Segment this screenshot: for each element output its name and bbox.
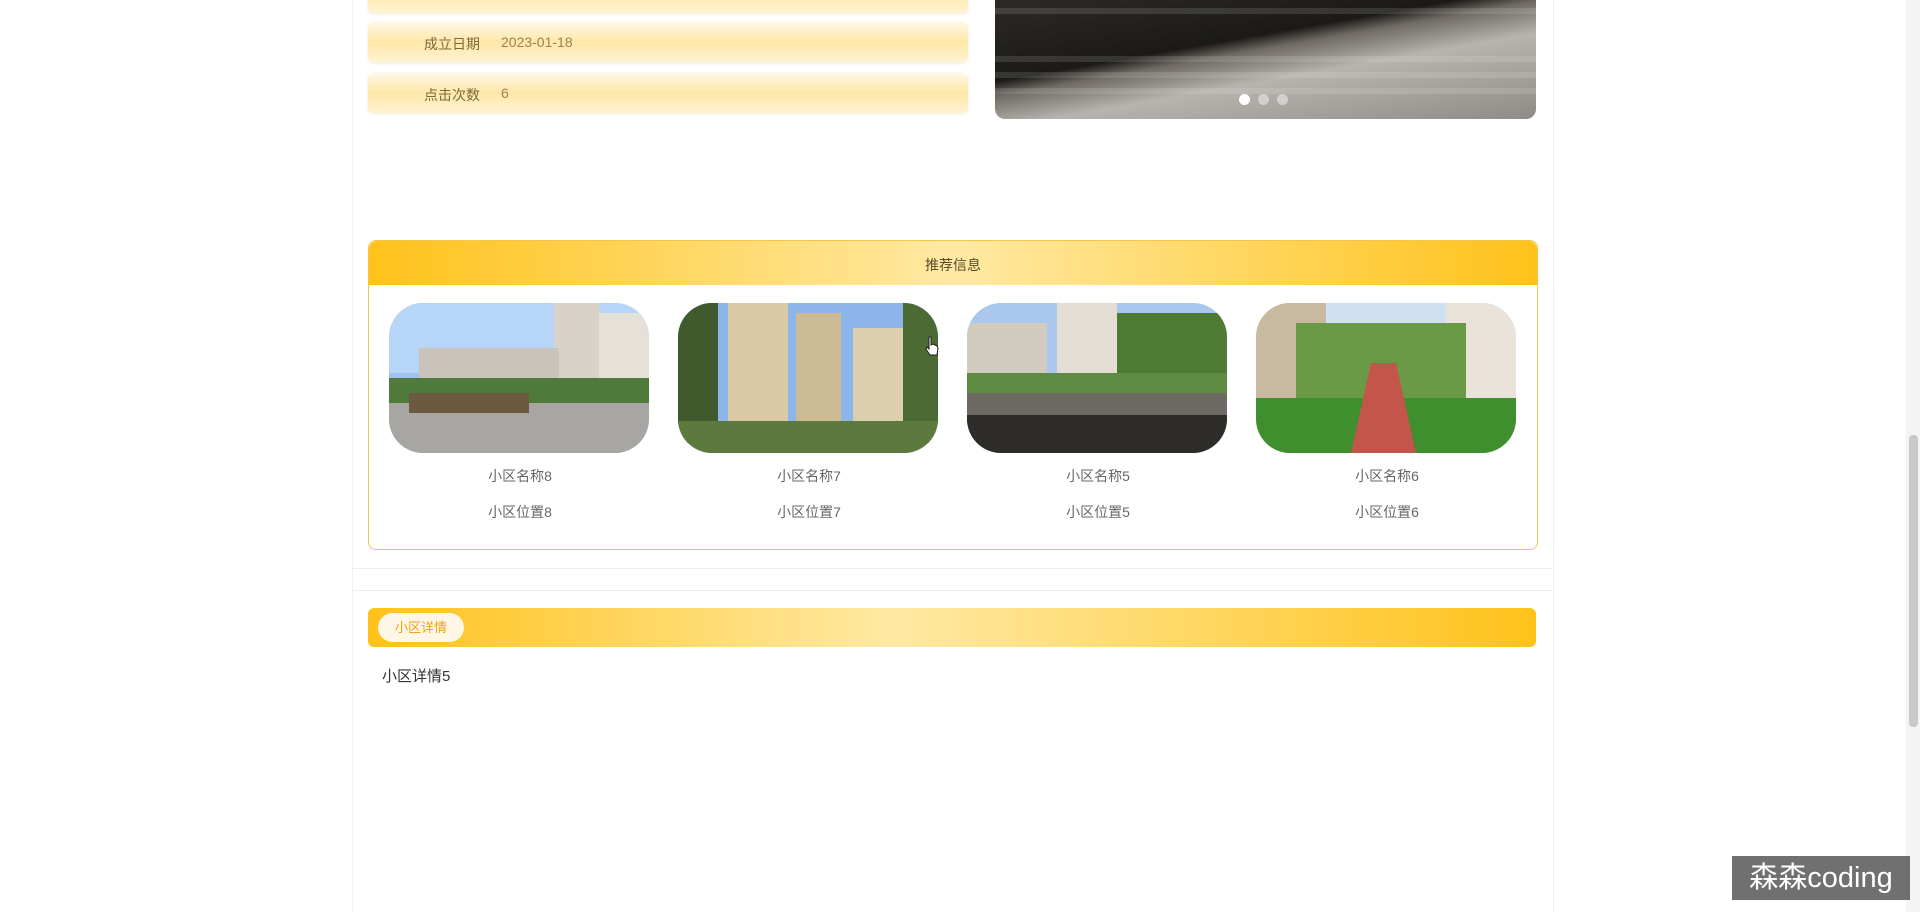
click-count-label: 点击次数	[424, 87, 480, 103]
recommend-name[interactable]: 小区名称7	[678, 466, 940, 486]
community-photo[interactable]	[389, 303, 649, 453]
carousel-indicators	[1239, 94, 1288, 105]
recommend-panel: 推荐信息 小区名称8 小区位置8 小区名称7 小区位置7 小区名称5 小区位置5…	[368, 240, 1538, 550]
recommend-card-2[interactable]: 小区名称7 小区位置7	[678, 303, 940, 520]
click-count-value: 6	[501, 85, 509, 101]
community-photo-gate-svg	[389, 303, 649, 453]
recommend-header: 推荐信息	[369, 241, 1537, 285]
image-carousel[interactable]	[995, 0, 1536, 119]
carousel-dot-1[interactable]	[1239, 94, 1250, 105]
info-row-partial	[368, 0, 968, 13]
community-photo-path-svg	[1256, 303, 1516, 453]
info-row-established-date: 成立日期 2023-01-18	[368, 22, 968, 62]
community-photo[interactable]	[678, 303, 938, 453]
community-photo[interactable]	[967, 303, 1227, 453]
recommend-name[interactable]: 小区名称6	[1256, 466, 1518, 486]
scrollbar-thumb[interactable]	[1909, 435, 1918, 727]
established-date-value: 2023-01-18	[501, 34, 573, 50]
community-photo-pond-svg	[967, 303, 1227, 453]
tab-community-detail[interactable]: 小区详情	[378, 613, 464, 642]
recommend-title: 推荐信息	[925, 257, 981, 273]
recommend-name[interactable]: 小区名称5	[967, 466, 1229, 486]
section-divider	[352, 590, 1552, 591]
community-photo-towers-svg	[678, 303, 938, 453]
page-scrollbar[interactable]	[1906, 0, 1920, 912]
hand-cursor-icon	[925, 336, 939, 356]
community-photo[interactable]	[1256, 303, 1516, 453]
recommend-card-4[interactable]: 小区名称6 小区位置6	[1256, 303, 1518, 520]
recommend-location: 小区位置6	[1355, 504, 1419, 520]
recommend-location: 小区位置8	[488, 504, 552, 520]
recommend-card-3[interactable]: 小区名称5 小区位置5	[967, 303, 1229, 520]
established-date-label: 成立日期	[424, 36, 480, 52]
recommend-name[interactable]: 小区名称8	[389, 466, 651, 486]
carousel-dot-3[interactable]	[1277, 94, 1288, 105]
section-divider	[352, 568, 1552, 569]
watermark-badge: 森森coding	[1732, 856, 1910, 900]
info-row-click-count: 点击次数 6	[368, 73, 968, 113]
detail-tab-bar: 小区详情	[368, 608, 1536, 647]
recommend-location: 小区位置5	[1066, 504, 1130, 520]
recommend-location: 小区位置7	[777, 504, 841, 520]
carousel-dot-2[interactable]	[1258, 94, 1269, 105]
detail-content: 小区详情5	[382, 668, 451, 685]
recommend-card-1[interactable]: 小区名称8 小区位置8	[389, 303, 651, 520]
